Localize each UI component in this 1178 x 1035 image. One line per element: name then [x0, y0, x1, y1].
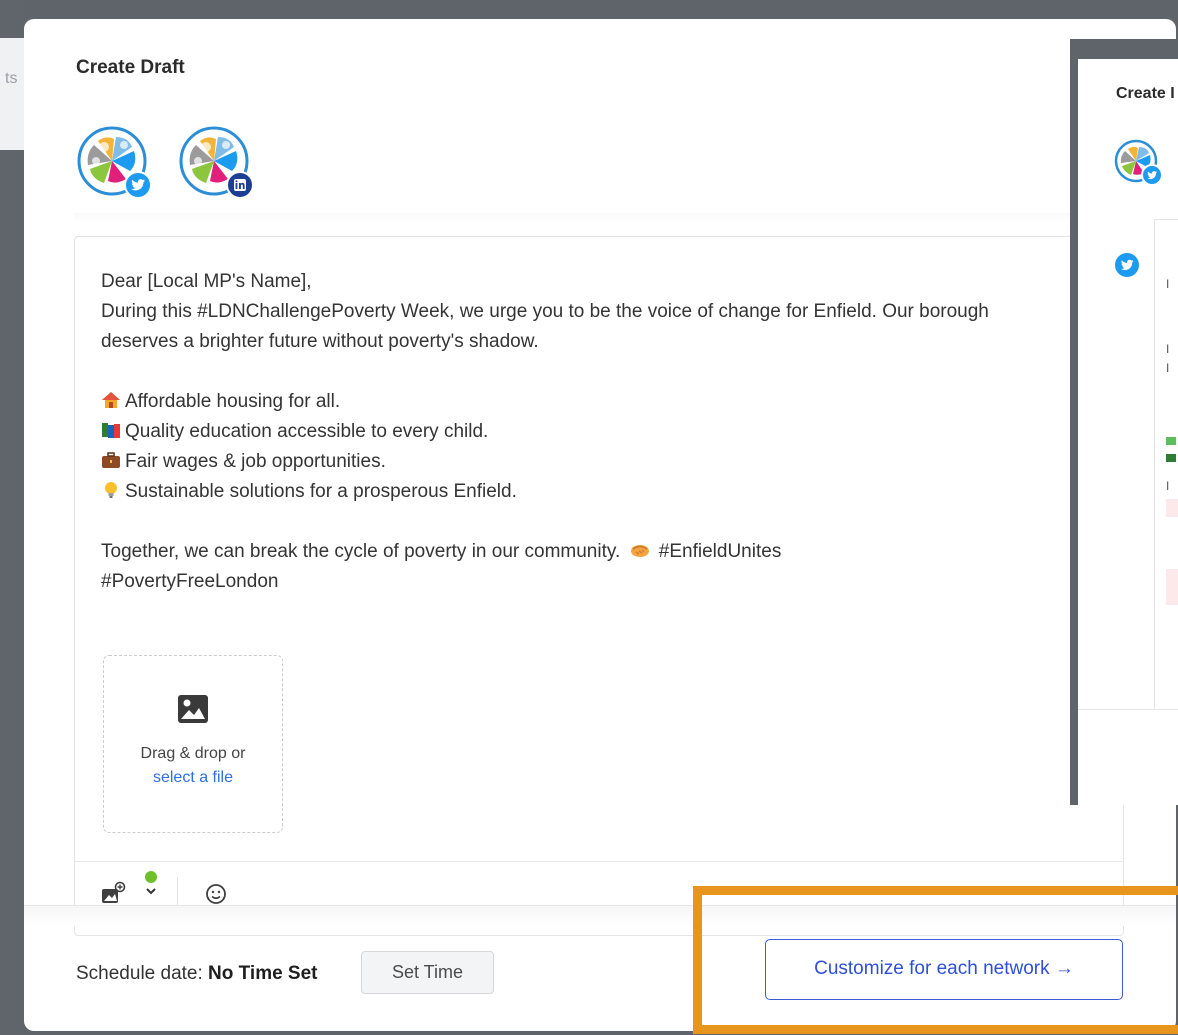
post-line-text: Quality education accessible to every ch…: [125, 421, 489, 442]
image-icon: [178, 695, 208, 723]
background-highlight-fragment: [1166, 569, 1178, 605]
emoji-picker-icon[interactable]: [205, 883, 227, 905]
house-emoji-icon: [102, 392, 120, 408]
handshake-emoji-icon: [630, 545, 649, 557]
toolbar-divider: [75, 861, 1123, 862]
background-text-fragment: ts: [5, 70, 18, 87]
add-media-icon[interactable]: [101, 881, 127, 907]
post-line: Fair wages & job opportunities.: [101, 447, 1061, 477]
post-line-text: Affordable housing for all.: [125, 391, 341, 412]
media-dropzone[interactable]: Drag & drop or select a file: [103, 655, 283, 833]
post-editor[interactable]: Dear [Local MP's Name], During this #LDN…: [74, 236, 1124, 936]
background-editor: [1154, 219, 1178, 709]
post-text-area[interactable]: Dear [Local MP's Name], During this #LDN…: [101, 267, 1061, 597]
header-divider: [74, 213, 1124, 223]
background-emoji-fragment: [1166, 437, 1176, 445]
background-modal-title: Create I: [1116, 85, 1175, 102]
background-account-avatar: [1114, 139, 1163, 186]
background-divider: [1078, 709, 1178, 710]
background-text-fragment: I: [1166, 277, 1170, 291]
post-line-text: Sustainable solutions for a prosperous E…: [125, 481, 517, 502]
background-emoji-fragment: [1166, 454, 1176, 462]
account-avatar-linkedin[interactable]: [178, 125, 256, 203]
post-line: Affordable housing for all.: [101, 387, 1061, 417]
post-line: Quality education accessible to every ch…: [101, 417, 1061, 447]
background-app-strip: ts: [0, 0, 24, 1035]
modal-title: Create Draft: [76, 57, 185, 78]
background-text-fragment: I: [1166, 479, 1170, 493]
background-text-fragment: I: [1166, 342, 1170, 356]
post-line: Dear [Local MP's Name],: [101, 271, 312, 292]
schedule-label: Schedule date:: [76, 963, 203, 984]
select-file-link[interactable]: select a file: [104, 766, 282, 790]
post-line: Sustainable solutions for a prosperous E…: [101, 477, 1061, 507]
post-line-empty: [101, 507, 1061, 537]
books-emoji-icon: [102, 423, 120, 438]
post-line-empty: [101, 357, 1061, 387]
post-line-text: Together, we can break the cycle of pove…: [101, 541, 621, 562]
post-line: #PovertyFreeLondon: [101, 571, 279, 592]
toolbar-separator: [177, 877, 178, 905]
set-time-button[interactable]: Set Time: [361, 951, 494, 994]
background-create-draft-modal: Create I I I I I: [1070, 39, 1178, 805]
post-line-text: Fair wages & job opportunities.: [125, 451, 386, 472]
linkedin-in-icon: [226, 171, 254, 199]
schedule-date: Schedule date: No Time Set: [76, 963, 318, 985]
account-avatar-twitter[interactable]: [76, 125, 154, 203]
background-text-fragment: I: [1166, 361, 1170, 375]
schedule-value: No Time Set: [208, 963, 318, 984]
background-header: [0, 38, 24, 150]
background-highlight-fragment: [1166, 499, 1178, 517]
create-draft-modal: Create Draft Dear [Local MP's Name], Dur…: [24, 19, 1176, 1031]
dropzone-text: Drag & drop or: [140, 745, 246, 762]
twitter-bird-icon: [124, 171, 152, 199]
post-line: During this #LDNChallengePoverty Week, w…: [101, 301, 989, 352]
hashtag-text: #EnfieldUnites: [658, 541, 782, 562]
light-bulb-emoji-icon: [105, 482, 117, 498]
ai-assistant-icon[interactable]: [141, 869, 161, 905]
post-line: Together, we can break the cycle of pove…: [101, 537, 1061, 567]
twitter-icon: [1115, 253, 1139, 277]
briefcase-emoji-icon: [102, 452, 120, 468]
highlight-annotation-box: [693, 886, 1178, 1034]
